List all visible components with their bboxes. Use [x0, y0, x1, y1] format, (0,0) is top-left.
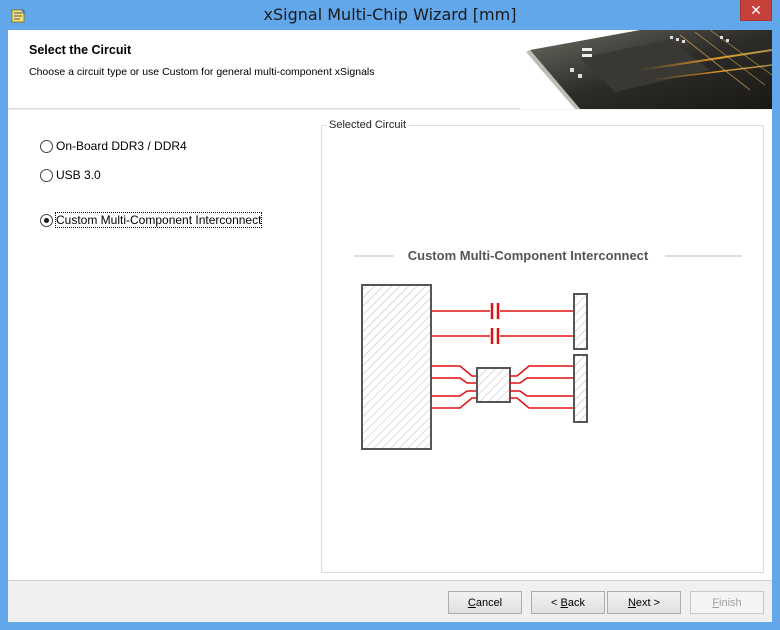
- trace-3: [431, 365, 477, 377]
- circuit-diagram: Custom Multi-Component Interconnect: [354, 248, 742, 450]
- cancel-button[interactable]: Cancel: [448, 591, 522, 614]
- radio-custom[interactable]: [40, 213, 53, 227]
- middle-component: [476, 367, 511, 403]
- trace-5: [431, 390, 477, 397]
- selected-circuit-group: Selected Circuit Custom Multi-Component …: [321, 119, 764, 573]
- cancel-button-accelerator: C: [467, 596, 476, 609]
- option-usb-label[interactable]: USB 3.0: [56, 168, 101, 182]
- option-ddr[interactable]: On-Board DDR3 / DDR4: [40, 139, 187, 153]
- close-icon: ✕: [750, 1, 762, 18]
- next-button-label: ext >: [635, 596, 661, 609]
- wizard-body: On-Board DDR3 / DDR4 USB 3.0 Custom Mult…: [8, 110, 772, 580]
- back-button[interactable]: < Back: [531, 591, 605, 614]
- back-button-prefix: <: [551, 596, 561, 609]
- back-button-label: ack: [567, 596, 585, 609]
- trace-6: [431, 397, 477, 409]
- window-title: xSignal Multi-Chip Wizard [mm]: [263, 5, 517, 24]
- trace-9: [510, 390, 574, 397]
- option-custom[interactable]: Custom Multi-Component Interconnect: [40, 212, 263, 228]
- back-button-accelerator: B: [560, 596, 568, 609]
- wizard-footer: Cancel < Back Next > Finish: [8, 580, 772, 622]
- trace-4: [431, 377, 477, 384]
- right-component-top: [573, 293, 588, 350]
- wizard-window: xSignal Multi-Chip Wizard [mm] ✕ Select …: [0, 0, 780, 630]
- trace-8: [510, 377, 574, 384]
- option-ddr-label[interactable]: On-Board DDR3 / DDR4: [56, 139, 187, 153]
- trace-10: [510, 397, 574, 409]
- trace-7: [510, 365, 574, 377]
- option-custom-label[interactable]: Custom Multi-Component Interconnect: [54, 212, 263, 228]
- diagram-title: Custom Multi-Component Interconnect: [408, 248, 649, 263]
- title-bar[interactable]: xSignal Multi-Chip Wizard [mm] ✕: [0, 0, 780, 30]
- next-button-accelerator: N: [627, 596, 636, 609]
- close-button[interactable]: ✕: [740, 0, 772, 21]
- radio-ddr[interactable]: [40, 139, 53, 153]
- option-usb[interactable]: USB 3.0: [40, 168, 101, 182]
- finish-button-accelerator: F: [712, 596, 720, 609]
- pcb-banner-image: [520, 30, 772, 109]
- radio-usb[interactable]: [40, 168, 53, 182]
- main-component: [361, 284, 432, 450]
- page-subtitle: Choose a circuit type or use Custom for …: [29, 66, 375, 78]
- wizard-client-area: Select the Circuit Choose a circuit type…: [8, 30, 772, 622]
- finish-button-label: inish: [719, 596, 742, 609]
- wizard-header: Select the Circuit Choose a circuit type…: [8, 30, 772, 109]
- right-component-bottom: [573, 354, 588, 423]
- finish-button[interactable]: Finish: [690, 591, 764, 614]
- cancel-button-label: ancel: [475, 596, 503, 609]
- page-title: Select the Circuit: [29, 43, 132, 57]
- next-button[interactable]: Next >: [607, 591, 681, 614]
